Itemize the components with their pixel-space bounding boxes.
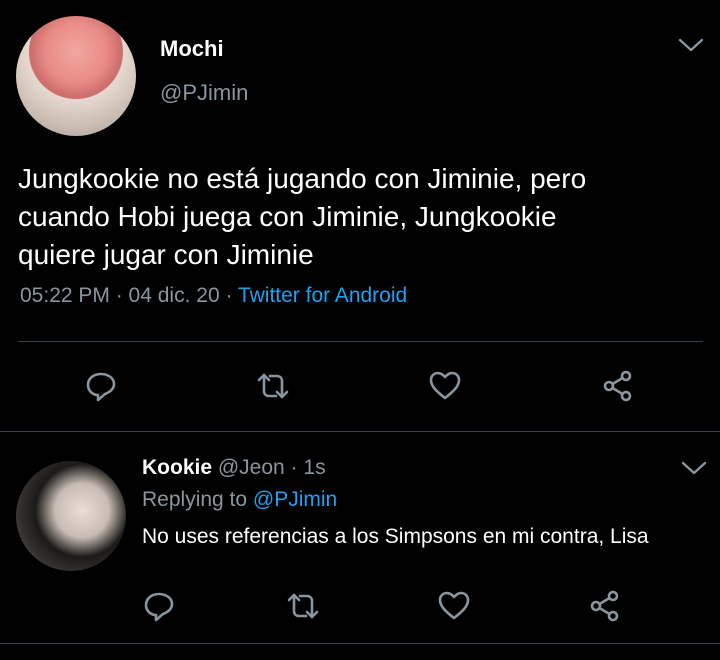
tweet-time: · 1s (290, 456, 326, 479)
avatar[interactable] (16, 461, 126, 571)
tweet-date: · 04 dic. 20 (115, 284, 220, 307)
tweet-text-line: quiere jugar con Jiminie (18, 239, 314, 270)
share-icon[interactable] (601, 369, 635, 403)
tweet-time: 05:22 PM (20, 284, 110, 307)
username-handle[interactable]: @Jeon (218, 456, 285, 479)
chevron-down-icon[interactable] (681, 460, 707, 476)
tweet-text-line: cuando Hobi juega con Jiminie, Jungkooki… (18, 201, 557, 232)
reply-icon[interactable] (142, 589, 176, 623)
tweet-text-line: Jungkookie no está jugando con Jiminie, … (18, 163, 587, 194)
tweet-source-link[interactable]: Twitter for Android (238, 284, 407, 307)
tweet-text: Jungkookie no está jugando con Jiminie, … (18, 160, 708, 274)
display-name[interactable]: Mochi (160, 36, 224, 62)
like-icon[interactable] (428, 369, 462, 403)
meta-separator: · (225, 284, 233, 307)
replying-to-handle[interactable]: @PJimin (253, 488, 337, 511)
reply-icon[interactable] (84, 369, 118, 403)
like-icon[interactable] (437, 589, 471, 623)
divider (0, 643, 720, 644)
reply-header: Kookie @Jeon · 1s (142, 456, 326, 480)
avatar[interactable] (16, 16, 136, 136)
retweet-icon[interactable] (256, 369, 290, 403)
retweet-icon[interactable] (286, 589, 320, 623)
share-icon[interactable] (588, 589, 622, 623)
divider (0, 431, 720, 432)
replying-to: Replying to @PJimin (142, 488, 337, 512)
display-name[interactable]: Kookie (142, 456, 212, 479)
username-handle[interactable]: @PJimin (160, 80, 248, 106)
chevron-down-icon[interactable] (678, 37, 704, 53)
replying-to-label: Replying to (142, 488, 248, 511)
divider (18, 341, 703, 342)
tweet-meta: 05:22 PM · 04 dic. 20 · Twitter for Andr… (20, 284, 407, 308)
reply-text: No uses referencias a los Simpsons en mi… (142, 525, 649, 548)
